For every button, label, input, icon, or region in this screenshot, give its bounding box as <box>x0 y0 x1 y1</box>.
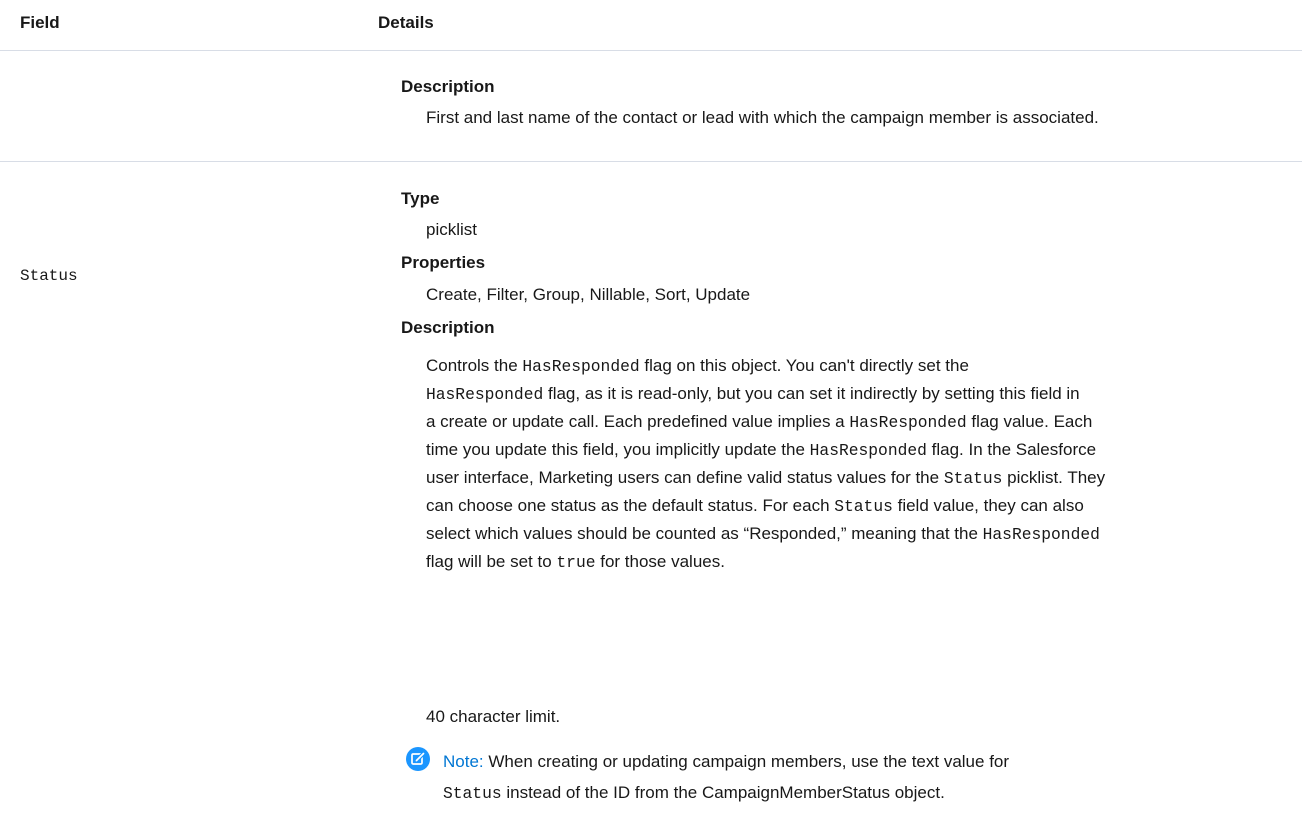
character-limit: 40 character limit. <box>426 707 561 726</box>
description-label: Description <box>401 318 495 337</box>
note-label: Note: <box>443 752 484 771</box>
row-divider <box>0 161 1302 162</box>
description-line: select which values should be counted as… <box>426 524 1100 544</box>
description-line: time you update this field, you implicit… <box>426 440 1097 460</box>
description-line: Controls the HasResponded flag on this o… <box>426 356 969 376</box>
note-line: Status instead of the ID from the Campai… <box>443 783 945 803</box>
description-line: can choose one status as the default sta… <box>426 496 1084 516</box>
note-text: Note: When creating or updating campaign… <box>443 746 1293 809</box>
properties-value: Create, Filter, Group, Nillable, Sort, U… <box>426 285 751 304</box>
description-label: Description <box>401 77 495 96</box>
column-header-details: Details <box>378 13 434 32</box>
description-line: a create or update call. Each predefined… <box>426 412 1093 432</box>
column-header-field: Field <box>20 13 60 32</box>
edit-note-icon <box>406 747 430 771</box>
properties-label: Properties <box>401 253 486 272</box>
header-divider <box>0 50 1302 51</box>
type-value: picklist <box>426 220 478 239</box>
description-line: user interface, Marketing users can defi… <box>426 468 1106 488</box>
description-paragraph: Controls the HasResponded flag on this o… <box>426 352 1296 576</box>
description-line: flag will be set to true for those value… <box>426 552 725 572</box>
note-line: Note: When creating or updating campaign… <box>443 752 1010 771</box>
description-text: First and last name of the contact or le… <box>426 108 1099 127</box>
type-label: Type <box>401 189 440 208</box>
field-name-status: Status <box>20 267 78 285</box>
description-line: HasResponded flag, as it is read-only, b… <box>426 384 1080 404</box>
